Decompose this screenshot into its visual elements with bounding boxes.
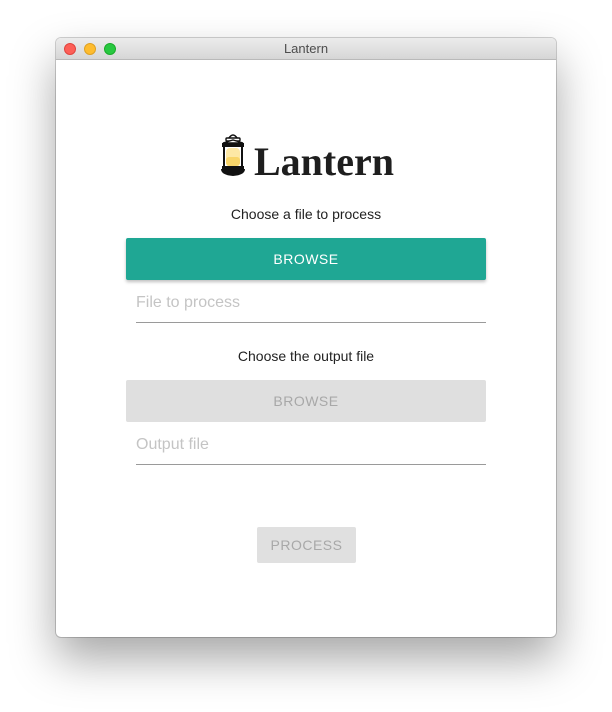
input-file-input[interactable]	[136, 283, 486, 322]
app-logo: Lantern	[56, 128, 556, 184]
lantern-icon	[221, 134, 245, 176]
output-file-input[interactable]	[136, 425, 486, 464]
browse-input-button[interactable]: BROWSE	[126, 238, 486, 280]
window-title: Lantern	[283, 41, 329, 56]
title-bar: Lantern	[56, 38, 556, 60]
output-file-field[interactable]	[136, 425, 486, 465]
input-file-field[interactable]	[136, 283, 486, 323]
input-section-label: Choose a file to process	[230, 206, 382, 222]
app-window: Lantern Lantern Choose a file to process…	[56, 38, 556, 637]
output-section-label: Choose the output file	[237, 348, 375, 364]
process-button[interactable]: PROCESS	[257, 527, 356, 563]
app-name: Lantern	[254, 138, 394, 184]
browse-output-button[interactable]: BROWSE	[126, 380, 486, 422]
